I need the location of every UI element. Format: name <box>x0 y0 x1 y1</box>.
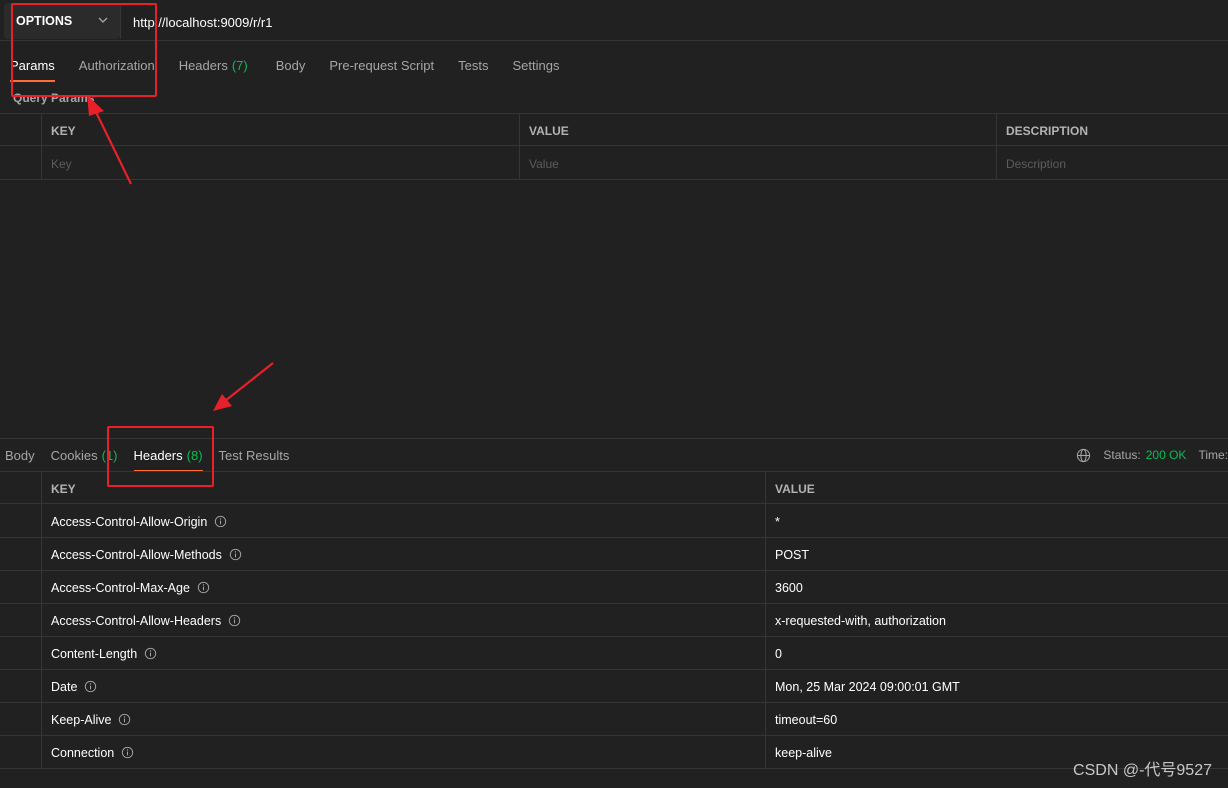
header-key: Connection <box>51 745 115 760</box>
header-key-cell: Access-Control-Allow-Origin <box>41 505 765 538</box>
info-icon[interactable] <box>229 548 242 561</box>
response-meta: Status: 200 OK Time: <box>1076 446 1228 464</box>
info-icon[interactable] <box>121 746 134 759</box>
table-row: Access-Control-Allow-Origin * <box>0 505 1228 538</box>
header-key-cell: Access-Control-Allow-Methods <box>41 538 765 571</box>
info-icon[interactable] <box>214 515 227 528</box>
header-key-cell: Content-Length <box>41 637 765 670</box>
table-row: Access-Control-Allow-Methods POST <box>0 538 1228 571</box>
request-bar: OPTIONS <box>0 0 1228 41</box>
response-tab-body[interactable]: Body <box>5 438 35 472</box>
header-key: Access-Control-Allow-Origin <box>51 514 208 529</box>
header-key: Date <box>51 679 78 694</box>
info-icon[interactable] <box>197 581 210 594</box>
url-input[interactable] <box>133 13 733 31</box>
header-value: POST <box>765 538 1228 571</box>
header-key: Content-Length <box>51 646 138 661</box>
header-key-cell: Access-Control-Allow-Headers <box>41 604 765 637</box>
table-row: Connection keep-alive <box>0 736 1228 769</box>
param-key-input[interactable]: Key <box>41 147 519 180</box>
watermark: CSDN @-代号9527 <box>1073 762 1212 779</box>
headers-count: (7) <box>231 57 248 73</box>
header-key: Access-Control-Allow-Methods <box>51 547 222 562</box>
header-value: timeout=60 <box>765 703 1228 736</box>
header-value: * <box>765 505 1228 538</box>
info-icon[interactable] <box>118 713 131 726</box>
column-header-description: DESCRIPTION <box>996 114 1228 147</box>
annotation-box-method-params <box>11 3 157 97</box>
time-label: Time: <box>1198 448 1228 462</box>
header-key: Access-Control-Max-Age <box>51 580 190 595</box>
url-box <box>120 3 1228 39</box>
param-value-input[interactable]: Value <box>519 147 997 180</box>
header-key-cell: Keep-Alive <box>41 703 765 736</box>
globe-icon[interactable] <box>1076 448 1091 463</box>
table-row: Keep-Alive timeout=60 <box>0 703 1228 736</box>
tab-headers[interactable]: Headers (7) <box>179 48 248 82</box>
annotation-box-response-headers <box>107 426 214 487</box>
tab-pre-request-script[interactable]: Pre-request Script <box>329 48 434 82</box>
response-tab-test-results[interactable]: Test Results <box>219 438 290 472</box>
table-row: Date Mon, 25 Mar 2024 09:00:01 GMT <box>0 670 1228 703</box>
info-icon[interactable] <box>228 614 241 627</box>
annotation-arrow <box>213 362 274 411</box>
tab-body[interactable]: Body <box>276 48 306 82</box>
header-value: x-requested-with, authorization <box>765 604 1228 637</box>
header-value: Mon, 25 Mar 2024 09:00:01 GMT <box>765 670 1228 703</box>
header-key: Keep-Alive <box>51 712 112 727</box>
column-header-value: VALUE <box>765 472 1228 505</box>
column-header-value: VALUE <box>519 114 997 147</box>
tab-settings[interactable]: Settings <box>512 48 559 82</box>
postman-window: OPTIONS Params Authorization Headers (7)… <box>0 0 1228 788</box>
info-icon[interactable] <box>84 680 97 693</box>
info-icon[interactable] <box>144 647 157 660</box>
table-row: Access-Control-Max-Age 3600 <box>0 571 1228 604</box>
header-key-cell: Access-Control-Max-Age <box>41 571 765 604</box>
status-badge[interactable]: 200 OK <box>1146 448 1187 462</box>
status-label: Status: <box>1103 448 1141 462</box>
header-value: 0 <box>765 637 1228 670</box>
header-key: Access-Control-Allow-Headers <box>51 613 222 628</box>
header-key-cell: Connection <box>41 736 765 769</box>
table-row: Access-Control-Allow-Headers x-requested-… <box>0 604 1228 637</box>
tab-tests[interactable]: Tests <box>458 48 488 82</box>
params-table-header: KEY VALUE DESCRIPTION <box>0 113 1228 147</box>
header-value: 3600 <box>765 571 1228 604</box>
header-key-cell: Date <box>41 670 765 703</box>
param-description-input[interactable]: Description <box>996 147 1228 180</box>
column-header-key: KEY <box>41 114 519 147</box>
table-row: Content-Length 0 <box>0 637 1228 670</box>
table-row: Key Value Description <box>0 147 1228 180</box>
